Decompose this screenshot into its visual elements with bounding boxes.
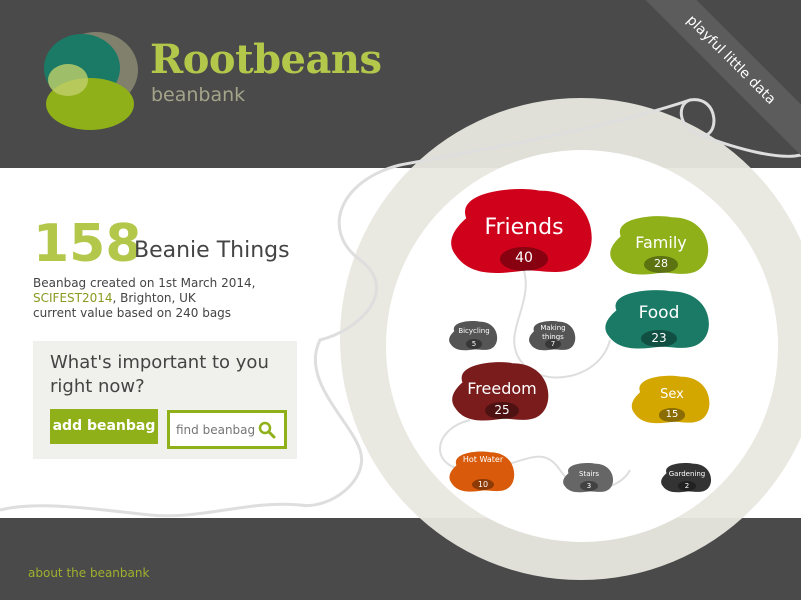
bean-label: Bicycling	[458, 327, 490, 335]
bean-label: Freedom	[467, 379, 537, 398]
created-line: Beanbag created on 1st March 2014,	[33, 276, 256, 290]
bean-item[interactable]: Bicycling 5	[448, 320, 500, 352]
bean-item[interactable]: Stairs 3	[562, 462, 616, 494]
event-link[interactable]: SCIFEST2014	[33, 291, 113, 305]
event-location: , Brighton, UK	[112, 291, 196, 305]
bean-label: Sex	[660, 387, 684, 402]
bean-label: Food	[638, 303, 680, 323]
panel-question-line-1: What's important to you	[50, 352, 269, 373]
find-beanbag-search	[167, 410, 287, 449]
beanie-count-label: Beanie Things	[134, 238, 290, 263]
rootbeans-logo	[44, 32, 138, 130]
bean-item[interactable]: Making things 7	[528, 320, 578, 352]
bean-item[interactable]: Friends 40	[448, 186, 600, 278]
panel-question: What's important to you right now?	[50, 351, 269, 399]
bean-item[interactable]: Gardening 2	[660, 462, 714, 494]
bean-item[interactable]: Food 23	[603, 288, 715, 352]
bean-label: Gardening	[668, 470, 706, 478]
magnifier-icon[interactable]	[258, 421, 276, 439]
panel-question-line-2: right now?	[50, 376, 145, 397]
bean-item[interactable]: Hot Water 10	[448, 450, 518, 494]
find-beanbag-input[interactable]	[170, 413, 256, 446]
bean-label: Hot Water	[462, 455, 504, 464]
add-beanbag-button[interactable]: add beanbag	[50, 409, 158, 444]
event-line: SCIFEST2014, Brighton, UK	[33, 291, 255, 306]
bean-count: 40	[499, 246, 549, 271]
bean-label: Stairs	[579, 470, 599, 478]
bean-count: 23	[641, 330, 677, 347]
about-link[interactable]: about the beanbank	[28, 566, 149, 580]
bean-count: 15	[658, 408, 686, 422]
app-subtitle: beanbank	[151, 84, 246, 106]
bean-label: Family	[635, 233, 687, 252]
bean-item[interactable]: Family 28	[608, 214, 714, 278]
app-title: Rootbeans	[150, 36, 382, 83]
basis-line: current value based on 240 bags	[33, 306, 232, 320]
bean-label: Friends	[484, 215, 564, 240]
bag-info: Beanbag created on 1st March 2014, SCIFE…	[33, 276, 255, 321]
bean-item[interactable]: Freedom 25	[450, 360, 554, 424]
bean-item[interactable]: Sex 15	[630, 374, 714, 426]
add-panel: What's important to you right now? add b…	[33, 341, 297, 459]
bean-count: 25	[485, 402, 519, 419]
beanie-count: 158	[33, 214, 142, 274]
bean-count: 28	[644, 256, 678, 273]
